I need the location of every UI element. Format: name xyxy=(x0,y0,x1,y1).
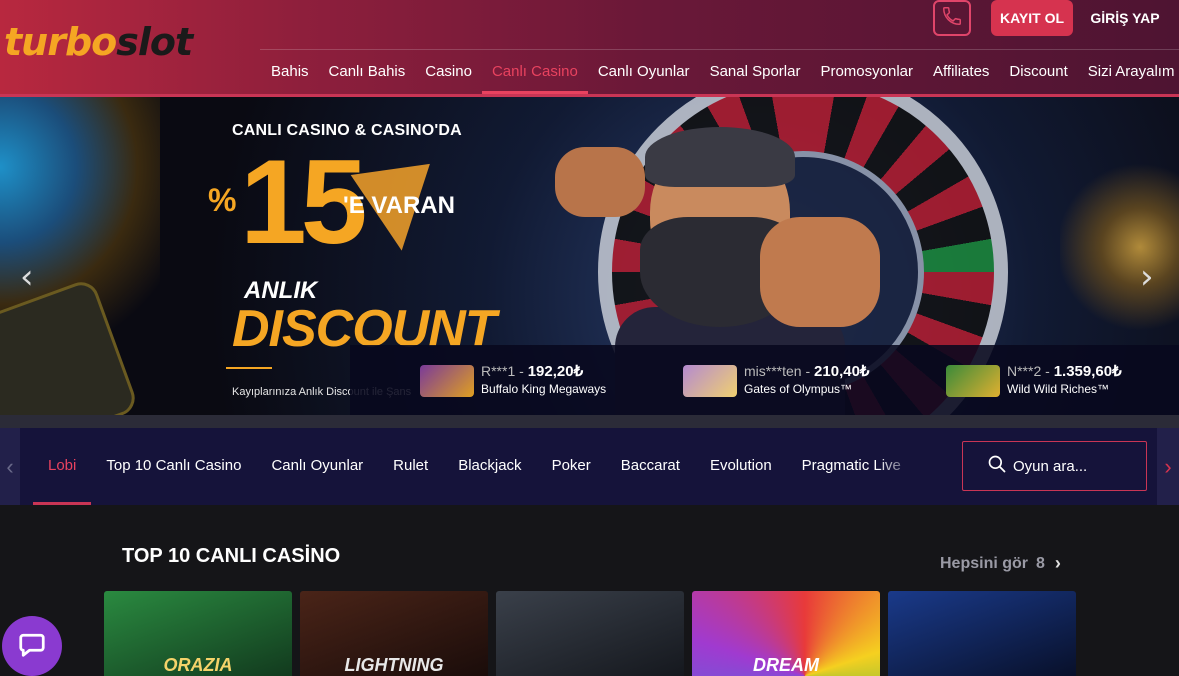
game-card[interactable] xyxy=(888,591,1076,676)
nav-item-discount[interactable]: Discount xyxy=(999,50,1077,94)
register-button[interactable]: KAYIT OL xyxy=(991,0,1073,36)
nav-item-bahis[interactable]: Bahis xyxy=(261,50,319,94)
site-logo[interactable]: turboslot xyxy=(4,20,193,64)
nav-item-promosyonlar[interactable]: Promosyonlar xyxy=(810,50,923,94)
banner-next-arrow[interactable]: › xyxy=(1140,257,1154,297)
category-lobi[interactable]: Lobi xyxy=(33,428,92,505)
phone-button[interactable] xyxy=(933,0,971,36)
game-card[interactable]: DREAM xyxy=(692,591,880,676)
category-baccarat[interactable]: Baccarat xyxy=(606,428,695,505)
chevron-left-icon: ‹ xyxy=(6,453,14,479)
nav-item-sanal-sporlar[interactable]: Sanal Sporlar xyxy=(700,50,811,94)
promo-suffix: 'E VARAN xyxy=(343,192,455,219)
category-next-button[interactable]: › xyxy=(1157,428,1179,505)
winner-game: Gates of Olympus™ xyxy=(744,382,853,396)
chips-decoration xyxy=(1060,147,1179,347)
category-poker[interactable]: Poker xyxy=(537,428,606,505)
nav-item-casino[interactable]: Casino xyxy=(415,50,482,94)
game-card[interactable]: ORAZIA xyxy=(104,591,292,676)
promo-divider xyxy=(226,367,272,369)
logo-part1: turbo xyxy=(4,20,117,64)
chevron-right-icon: › xyxy=(1054,553,1061,573)
category-rulet[interactable]: Rulet xyxy=(378,428,443,505)
game-thumbnail xyxy=(946,365,1000,397)
chevron-right-icon: › xyxy=(1164,453,1172,479)
nav-item-canli-casino[interactable]: Canlı Casino xyxy=(481,50,588,94)
game-card[interactable] xyxy=(496,591,684,676)
category-canli-oyunlar[interactable]: Canlı Oyunlar xyxy=(256,428,378,505)
site-header: turboslot KAYIT OL GİRİŞ YAP Bahis Canlı… xyxy=(0,0,1179,97)
category-nav: ‹ Lobi Top 10 Canlı Casino Canlı Oyunlar… xyxy=(0,428,1179,505)
winner-user: N***2 xyxy=(1007,363,1042,379)
category-evolution[interactable]: Evolution xyxy=(695,428,787,505)
see-all-count: 8 xyxy=(1036,554,1045,572)
recent-winners-bar: R***1 - 192,20₺ Buffalo King Megaways mi… xyxy=(350,345,1179,415)
winner-user: mis***ten xyxy=(744,363,802,379)
promo-banner[interactable]: CANLI CASINO & CASINO'DA % 15 'E VARAN A… xyxy=(0,97,1179,428)
search-input[interactable] xyxy=(1013,457,1143,475)
game-cards-row: ORAZIA LIGHTNING DREAM xyxy=(104,591,1076,676)
main-nav: Bahis Canlı Bahis Casino Canlı Casino Ca… xyxy=(261,50,1179,94)
chat-icon xyxy=(17,629,47,664)
category-prev-button[interactable]: ‹ xyxy=(0,428,20,505)
winner-game: Buffalo King Megaways xyxy=(481,382,607,396)
logo-part2: slot xyxy=(116,20,193,64)
nav-item-canli-bahis[interactable]: Canlı Bahis xyxy=(319,50,416,94)
game-search[interactable] xyxy=(962,441,1147,491)
category-top10[interactable]: Top 10 Canlı Casino xyxy=(91,428,256,505)
game-thumbnail xyxy=(420,365,474,397)
game-card[interactable]: LIGHTNING xyxy=(300,591,488,676)
category-blackjack[interactable]: Blackjack xyxy=(443,428,536,505)
see-all-label: Hepsini gör xyxy=(940,554,1029,572)
winner-amount: 210,40₺ xyxy=(814,363,870,380)
game-card-title: LIGHTNING xyxy=(344,655,444,675)
winner-amount: 192,20₺ xyxy=(527,363,584,380)
game-card-title: ORAZIA xyxy=(163,655,233,675)
phone-icon xyxy=(941,5,963,32)
see-all-link[interactable]: Hepsini gör 8 › xyxy=(940,553,1061,574)
section-title: TOP 10 CANLI CASİNO xyxy=(122,545,341,567)
login-button[interactable]: GİRİŞ YAP xyxy=(1082,0,1168,36)
promo-percent: % xyxy=(208,182,237,218)
banner-prev-arrow[interactable]: ‹ xyxy=(20,257,34,297)
game-thumbnail xyxy=(683,365,737,397)
winner-game: Wild Wild Riches™ xyxy=(1007,382,1110,396)
live-chat-button[interactable] xyxy=(2,616,62,676)
search-icon xyxy=(987,454,1007,479)
winner-user: R***1 xyxy=(481,363,516,379)
nav-item-affiliates[interactable]: Affiliates xyxy=(923,50,999,94)
game-card-title: DREAM xyxy=(753,655,819,675)
winner-amount: 1.359,60₺ xyxy=(1053,363,1122,380)
nav-item-canli-oyunlar[interactable]: Canlı Oyunlar xyxy=(588,50,700,94)
category-pragmatic-live[interactable]: Pragmatic Live xyxy=(787,428,916,505)
nav-item-sizi-arayalim[interactable]: Sizi Arayalım xyxy=(1078,50,1179,94)
banner-progress-bar xyxy=(0,415,1179,428)
